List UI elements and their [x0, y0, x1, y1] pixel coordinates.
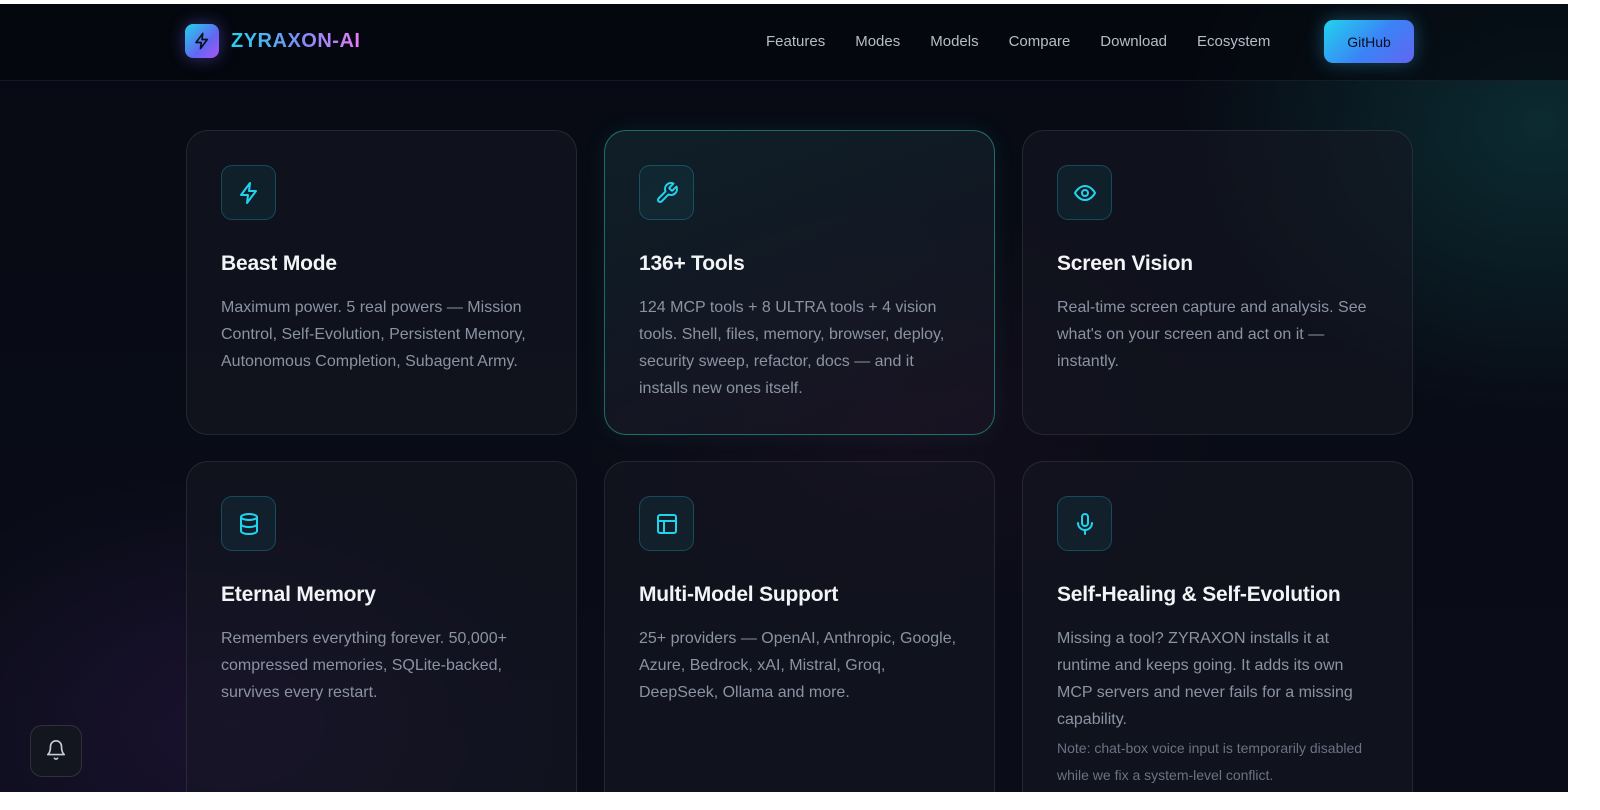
feature-description: 25+ providers — OpenAI, Anthropic, Googl… — [639, 630, 957, 701]
feature-title: Eternal Memory — [221, 583, 376, 606]
feature-description: Missing a tool? ZYRAXON installs it at r… — [1057, 630, 1353, 728]
feature-title: Self-Healing & Self-Evolution — [1057, 583, 1341, 606]
window-bottom-edge — [0, 792, 1600, 810]
nav-link-modes[interactable]: Modes — [855, 33, 900, 50]
github-button[interactable]: GitHub — [1324, 20, 1414, 63]
feature-card-self-healing: Self-Healing & Self-Evolution Missing a … — [1022, 461, 1413, 808]
bell-icon — [45, 739, 67, 764]
feature-title: Multi-Model Support — [639, 583, 839, 606]
layout-icon — [639, 496, 694, 551]
feature-card-eternal-memory: Eternal Memory Remembers everything fore… — [186, 461, 577, 808]
feature-card-beast-mode: Beast Mode Maximum power. 5 real powers … — [186, 130, 577, 435]
bolt-icon — [221, 165, 276, 220]
feature-title: Screen Vision — [1057, 252, 1193, 275]
feature-card-multi-model: Multi-Model Support 25+ providers — Open… — [604, 461, 995, 808]
nav-link-compare[interactable]: Compare — [1009, 33, 1071, 50]
top-navbar: ZYRAXON-AI Features Modes Models Compare… — [0, 4, 1568, 81]
feature-note: Note: chat-box voice input is temporaril… — [1057, 740, 1363, 783]
feature-title: Beast Mode — [221, 252, 337, 275]
feature-description: 124 MCP tools + 8 ULTRA tools + 4 vision… — [639, 299, 945, 397]
nav-link-ecosystem[interactable]: Ecosystem — [1197, 33, 1270, 50]
feature-title: 136+ Tools — [639, 252, 745, 275]
feature-description: Maximum power. 5 real powers — Mission C… — [221, 299, 526, 370]
bolt-icon — [185, 24, 219, 58]
feature-description: Remembers everything forever. 50,000+ co… — [221, 630, 507, 701]
microphone-icon — [1057, 496, 1112, 551]
feature-card-screen-vision: Screen Vision Real-time screen capture a… — [1022, 130, 1413, 435]
feature-description: Real-time screen capture and analysis. S… — [1057, 299, 1367, 370]
database-icon — [221, 496, 276, 551]
feature-card-tools: 136+ Tools 124 MCP tools + 8 ULTRA tools… — [604, 130, 995, 435]
eye-icon — [1057, 165, 1112, 220]
brand-link[interactable]: ZYRAXON-AI — [185, 24, 360, 58]
nav-links: Features Modes Models Compare Download E… — [766, 33, 1300, 50]
brand-name: ZYRAXON-AI — [231, 29, 361, 52]
scrollbar-track[interactable] — [1568, 0, 1600, 810]
wrench-icon — [639, 165, 694, 220]
nav-link-download[interactable]: Download — [1100, 33, 1167, 50]
page-viewport: ZYRAXON-AI Features Modes Models Compare… — [0, 4, 1568, 808]
notification-button[interactable] — [30, 725, 82, 777]
nav-link-features[interactable]: Features — [766, 33, 825, 50]
nav-link-models[interactable]: Models — [930, 33, 978, 50]
